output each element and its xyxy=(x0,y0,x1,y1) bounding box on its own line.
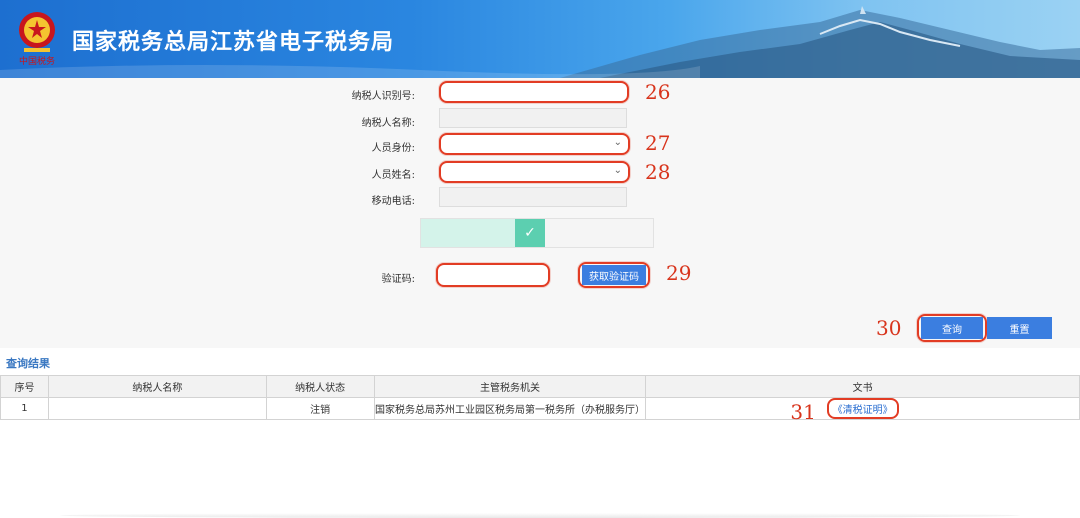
checkmark-icon: ✓ xyxy=(524,225,536,241)
slider-track-fill xyxy=(421,219,516,247)
person-name-select[interactable]: ⌄ xyxy=(439,161,630,183)
cell-document: 31 《清税证明》 xyxy=(645,397,1080,424)
taxpayer-id-input[interactable] xyxy=(439,81,629,103)
column-header-name: 纳税人名称 xyxy=(47,375,267,398)
captcha-label: 验证码: xyxy=(381,274,415,285)
column-header-document: 文书 xyxy=(645,375,1080,398)
table-row: 1 注销 国家税务总局苏州工业园区税务局第一税务所（办税服务厅） 31 《清税证… xyxy=(0,397,1080,424)
annotation-28: 28 xyxy=(645,160,671,184)
header-banner: 中国税务 国家税务总局江苏省电子税务局 xyxy=(0,0,1080,78)
query-button[interactable]: 查询 xyxy=(921,317,983,339)
results-table: 序号 纳税人名称 纳税人状态 主管税务机关 文书 1 注销 国家税务总局苏州工业… xyxy=(0,375,1080,424)
annotation-30: 30 xyxy=(876,316,902,340)
reset-button[interactable]: 重置 xyxy=(987,317,1052,339)
site-title: 国家税务总局江苏省电子税务局 xyxy=(72,30,395,55)
taxpayer-id-label: 纳税人识别号: xyxy=(351,91,415,102)
clearance-certificate-link[interactable]: 《清税证明》 xyxy=(826,398,899,419)
column-header-authority: 主管税务机关 xyxy=(373,375,647,398)
role-select[interactable]: ⌄ xyxy=(439,133,630,155)
results-title: 查询结果 xyxy=(6,357,50,370)
annotation-26: 26 xyxy=(645,80,671,104)
cell-status: 注销 xyxy=(265,397,375,420)
captcha-input[interactable] xyxy=(436,263,550,287)
cell-name xyxy=(47,397,267,420)
column-header-status: 纳税人状态 xyxy=(265,375,375,398)
annotation-27: 27 xyxy=(645,131,671,155)
slider-verification[interactable]: ✓ xyxy=(420,218,654,248)
annotation-31: 31 xyxy=(790,400,816,424)
cell-authority: 国家税务总局苏州工业园区税务局第一税务所（办税服务厅） xyxy=(373,397,647,420)
tax-emblem-icon: 中国税务 xyxy=(19,12,55,67)
bottom-divider xyxy=(60,513,1020,518)
role-label: 人员身份: xyxy=(371,143,415,154)
get-code-button[interactable]: 获取验证码 xyxy=(582,265,646,285)
chevron-down-icon: ⌄ xyxy=(613,137,622,148)
cell-index: 1 xyxy=(0,397,49,420)
mobile-label: 移动电话: xyxy=(371,196,415,207)
person-name-label: 人员姓名: xyxy=(371,170,415,181)
mobile-field xyxy=(439,187,627,207)
slider-handle[interactable]: ✓ xyxy=(515,219,545,247)
annotation-29: 29 xyxy=(666,261,692,285)
taxpayer-name-label: 纳税人名称: xyxy=(361,118,415,129)
taxpayer-name-field xyxy=(439,108,627,128)
emblem-caption: 中国税务 xyxy=(19,55,55,67)
column-header-index: 序号 xyxy=(0,375,49,398)
table-header-row: 序号 纳税人名称 纳税人状态 主管税务机关 文书 xyxy=(0,375,1080,398)
chevron-down-icon: ⌄ xyxy=(613,165,622,176)
